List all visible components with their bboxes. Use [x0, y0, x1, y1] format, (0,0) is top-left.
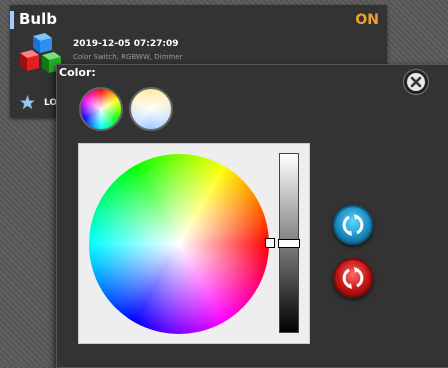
brightness-slider[interactable]	[278, 153, 300, 333]
white-mode-button[interactable]	[129, 87, 173, 131]
device-name: Bulb	[19, 10, 57, 28]
apply-refresh-icon	[342, 214, 364, 236]
popup-title: Color:	[59, 66, 96, 79]
close-icon	[407, 73, 425, 91]
device-type: Color Switch, RGBWW, Dimmer	[73, 53, 183, 61]
apply-button[interactable]	[333, 205, 373, 245]
reset-refresh-icon	[342, 267, 364, 289]
rgb-mode-button[interactable]	[79, 87, 123, 131]
brightness-slider-handle[interactable]	[278, 239, 300, 248]
color-picker-popup: Color:	[56, 64, 448, 368]
device-last-update: 2019-12-05 07:27:09	[73, 39, 179, 49]
reset-button[interactable]	[333, 258, 373, 298]
device-status[interactable]: ON	[355, 12, 379, 28]
color-picker-panel	[78, 143, 310, 344]
color-wheel-marker[interactable]	[265, 238, 275, 248]
tile-accent-bar	[10, 11, 14, 29]
close-button[interactable]	[403, 69, 429, 95]
favorite-star-icon[interactable]	[20, 95, 35, 110]
color-wheel[interactable]	[89, 154, 269, 334]
